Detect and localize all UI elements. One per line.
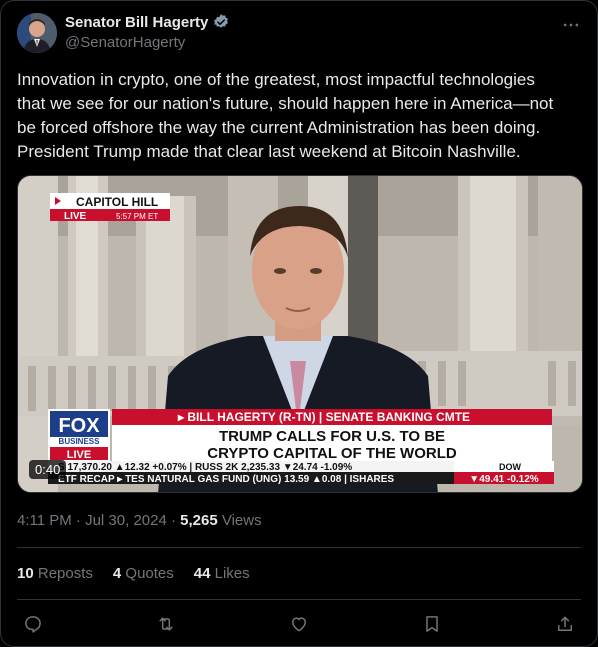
avatar[interactable] (17, 13, 57, 53)
video-duration: 0:40 (29, 460, 67, 479)
bookmark-icon[interactable] (420, 612, 444, 636)
author-name[interactable]: Senator Bill Hagerty (65, 14, 208, 31)
author-handle[interactable]: @SenatorHagerty (65, 34, 185, 51)
tweet-text-line: that we see for our nation's future, sho… (17, 94, 554, 113)
network-live: LIVE (67, 449, 91, 461)
verified-badge-icon (212, 13, 230, 31)
tweet-card: Senator Bill Hagerty @SenatorHagerty Inn… (0, 0, 598, 647)
like-icon[interactable] (287, 612, 311, 636)
likes-count: 44 (193, 565, 211, 582)
reposts-stat[interactable]: 10 Reposts (17, 565, 93, 582)
share-icon[interactable] (553, 612, 577, 636)
action-bar (17, 612, 581, 636)
tweet-text-line: be forced offshore the way the current A… (17, 118, 541, 137)
tweet-meta: 4:11 PM · Jul 30, 2024 · 5,265 Views (17, 512, 262, 529)
network-logo: FOX (58, 415, 100, 437)
divider (17, 547, 581, 548)
quotes-stat[interactable]: 4 Quotes (113, 565, 174, 582)
timestamp[interactable]: 4:11 PM · Jul 30, 2024 · (17, 512, 180, 529)
tweet-text: Innovation in crypto, one of the greates… (17, 68, 587, 164)
ticker-line-2: ETF RECAP ▸ TES NATURAL GAS FUND (UNG) 1… (58, 474, 394, 485)
quotes-count: 4 (112, 565, 122, 582)
live-tag: LIVE (64, 211, 87, 222)
tweet-text-line: Innovation in crypto, one of the greates… (17, 70, 535, 89)
location-tag: CAPITOL HILL (76, 195, 158, 209)
views-label: Views (217, 512, 262, 529)
network-logo-sub: BUSINESS (59, 437, 101, 446)
name-strip: ▸ BILL HAGERTY (R-TN) | SENATE BANKING C… (177, 410, 470, 424)
quotes-label: Quotes (121, 565, 174, 582)
views-count: 5,265 (180, 512, 218, 529)
engagement-stats: 10 Reposts 4 Quotes 44 Likes (17, 565, 250, 582)
likes-label: Likes (210, 565, 250, 582)
live-time: 5:57 PM ET (116, 212, 158, 221)
likes-stat[interactable]: 44 Likes (194, 565, 250, 582)
headline-line-1: TRUMP CALLS FOR U.S. TO BE (219, 428, 445, 445)
ticker-dow-value: ▼49.41 -0.12% (469, 474, 538, 485)
video-player[interactable]: CAPITOL HILL LIVE 5:57 PM ET FOX BUSINES… (17, 175, 583, 493)
reply-icon[interactable] (21, 612, 45, 636)
ticker-dow-label: DOW (499, 462, 522, 472)
more-options-icon[interactable] (559, 13, 583, 37)
repost-icon[interactable] (154, 612, 178, 636)
tweet-text-line: President Trump made that clear last wee… (17, 142, 521, 161)
reposts-count: 10 (17, 565, 34, 582)
reposts-label: Reposts (33, 565, 93, 582)
headline-line-2: CRYPTO CAPITAL OF THE WORLD (207, 445, 457, 462)
divider (17, 599, 581, 600)
ticker-line-1: S 17,370.20 ▲12.32 +0.07% | RUSS 2K 2,23… (58, 462, 352, 473)
